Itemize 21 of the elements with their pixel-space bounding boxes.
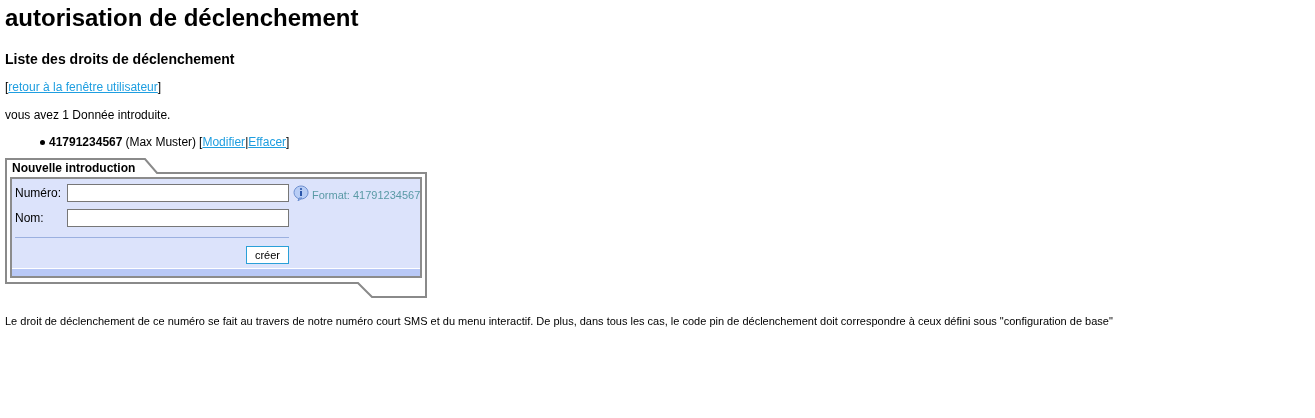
field-label: Nom: [15, 209, 45, 227]
entry-count-text: vous avez 1 Donnée introduite. [5, 108, 172, 122]
phone-number: 41791234567 [49, 135, 123, 149]
bracket: [ [5, 80, 9, 94]
format-hint: Format: 41791234567 [312, 188, 421, 203]
create-button[interactable]: créer [245, 245, 289, 264]
info-icon [293, 185, 309, 202]
back-link[interactable]: retour à la fenêtre utilisateur [8, 80, 158, 94]
page-title: autorisation de déclenchement [5, 3, 360, 32]
section-heading: Liste des droits de déclenchement [5, 51, 236, 67]
input-field[interactable] [67, 184, 289, 203]
separator: | [245, 135, 249, 149]
panel-legend: Nouvelle introduction [12, 161, 136, 175]
bracket: ] [157, 80, 162, 94]
info-text: Le droit de déclenchement de ce numéro se fait au travers de notre numéro court SMS et du menu interactif. De plus, dans tous les cas, le code pin de déclenchement doit correspondre à ceux défini sous "configuration de base" [5, 314, 1114, 328]
bracket: ] [286, 135, 290, 149]
field-label: Numéro: [15, 185, 62, 203]
bullet-icon [40, 139, 45, 145]
bracket: [ [199, 135, 203, 149]
input-field[interactable] [67, 208, 289, 227]
contact-name: (Max Muster) [125, 135, 197, 149]
